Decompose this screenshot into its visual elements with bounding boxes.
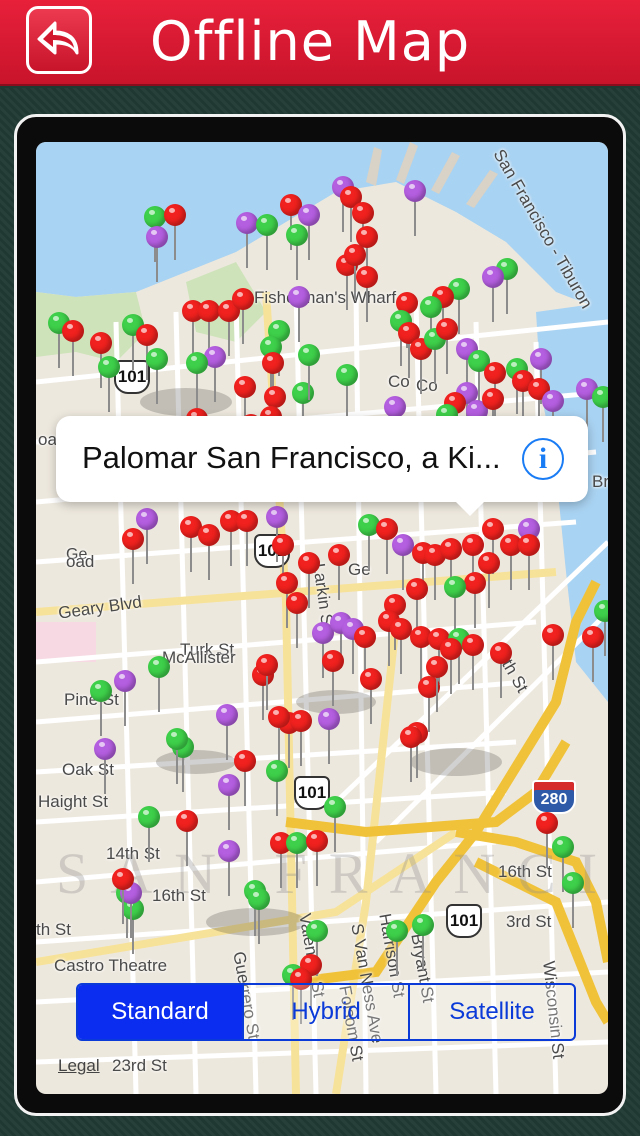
map-pin[interactable]: [136, 508, 158, 564]
map-pin[interactable]: [592, 386, 608, 442]
map-pin[interactable]: [112, 868, 134, 924]
map-pin[interactable]: [426, 656, 448, 712]
street-label: 23rd St: [112, 1056, 167, 1075]
map-pin[interactable]: [328, 544, 350, 600]
street-label: Castro Theatre: [54, 956, 168, 975]
map-pin[interactable]: [444, 576, 466, 632]
map-pin[interactable]: [256, 654, 278, 710]
map-pin[interactable]: [356, 266, 378, 322]
map-pin[interactable]: [114, 670, 136, 726]
map-pin[interactable]: [436, 318, 458, 374]
map-pin[interactable]: [236, 510, 258, 566]
map-pin[interactable]: [94, 738, 116, 794]
annotation-callout[interactable]: Palomar San Francisco, a Ki... i: [56, 416, 588, 516]
map-pin[interactable]: [186, 352, 208, 408]
street-label: 3rd St: [506, 912, 552, 931]
map-pin[interactable]: [462, 634, 484, 690]
map-type-segmented-control: Standard Hybrid Satellite: [76, 983, 576, 1041]
map-pin[interactable]: [464, 572, 486, 628]
map-pin[interactable]: [360, 668, 382, 724]
map-pin[interactable]: [286, 832, 308, 888]
callout-title: Palomar San Francisco, a Ki...: [82, 440, 501, 475]
header-bar: Offline Map: [0, 0, 640, 86]
legal-link[interactable]: Legal: [58, 1056, 100, 1076]
map-pin[interactable]: [482, 266, 504, 322]
map-pin[interactable]: [400, 726, 422, 782]
street-label: Haight St: [38, 792, 108, 811]
back-arrow-icon: [37, 21, 79, 55]
interstate-shield: 280: [532, 780, 576, 814]
map-pin[interactable]: [148, 656, 170, 712]
map-pin[interactable]: [298, 344, 320, 400]
map-pin[interactable]: [218, 774, 240, 830]
map-pin[interactable]: [288, 286, 310, 342]
back-button[interactable]: [26, 6, 92, 74]
map-pin[interactable]: [62, 320, 84, 376]
map-pin[interactable]: [268, 706, 290, 762]
info-icon[interactable]: i: [522, 438, 564, 480]
map-pin[interactable]: [146, 226, 168, 282]
map-pin[interactable]: [90, 680, 112, 736]
map-pin[interactable]: [98, 356, 120, 412]
map-pin[interactable]: [286, 592, 308, 648]
map-pin[interactable]: [542, 624, 564, 680]
highway-shield: 101: [446, 904, 482, 938]
map-pin[interactable]: [386, 920, 408, 976]
map-pin[interactable]: [236, 212, 258, 268]
map-pin[interactable]: [390, 618, 412, 674]
map-pin[interactable]: [562, 872, 584, 928]
street-label: Bro: [592, 472, 608, 491]
map-pin[interactable]: [594, 600, 608, 656]
map-pin[interactable]: [256, 214, 278, 270]
map-pin[interactable]: [518, 534, 540, 590]
map-pin[interactable]: [336, 364, 358, 420]
map-pin[interactable]: [146, 348, 168, 404]
map-pin[interactable]: [306, 830, 328, 886]
map-pin[interactable]: [490, 642, 512, 698]
map-pin[interactable]: [290, 710, 312, 766]
map-pin[interactable]: [166, 728, 188, 784]
segment-satellite[interactable]: Satellite: [410, 985, 574, 1039]
map-pin[interactable]: [318, 708, 340, 764]
map-pin[interactable]: [322, 650, 344, 706]
street-label: McAllister: [162, 648, 236, 667]
map-pin[interactable]: [412, 914, 434, 970]
segment-hybrid[interactable]: Hybrid: [244, 985, 410, 1039]
map-pin[interactable]: [176, 810, 198, 866]
map-pin[interactable]: [138, 806, 160, 862]
map-pin[interactable]: [232, 288, 254, 344]
map-pin[interactable]: [404, 180, 426, 236]
map-pin[interactable]: [218, 840, 240, 896]
street-label: oad: [66, 552, 95, 571]
page-title: Offline Map: [150, 10, 471, 73]
map-pin[interactable]: [198, 524, 220, 580]
map-view[interactable]: Fisherman's Wharf Ge Co oad Pine St Gear…: [36, 142, 608, 1094]
segment-standard[interactable]: Standard: [78, 985, 244, 1039]
map-pin[interactable]: [298, 204, 320, 260]
map-pin[interactable]: [266, 760, 288, 816]
street-label: th St: [36, 920, 71, 939]
map-pin[interactable]: [248, 888, 270, 944]
